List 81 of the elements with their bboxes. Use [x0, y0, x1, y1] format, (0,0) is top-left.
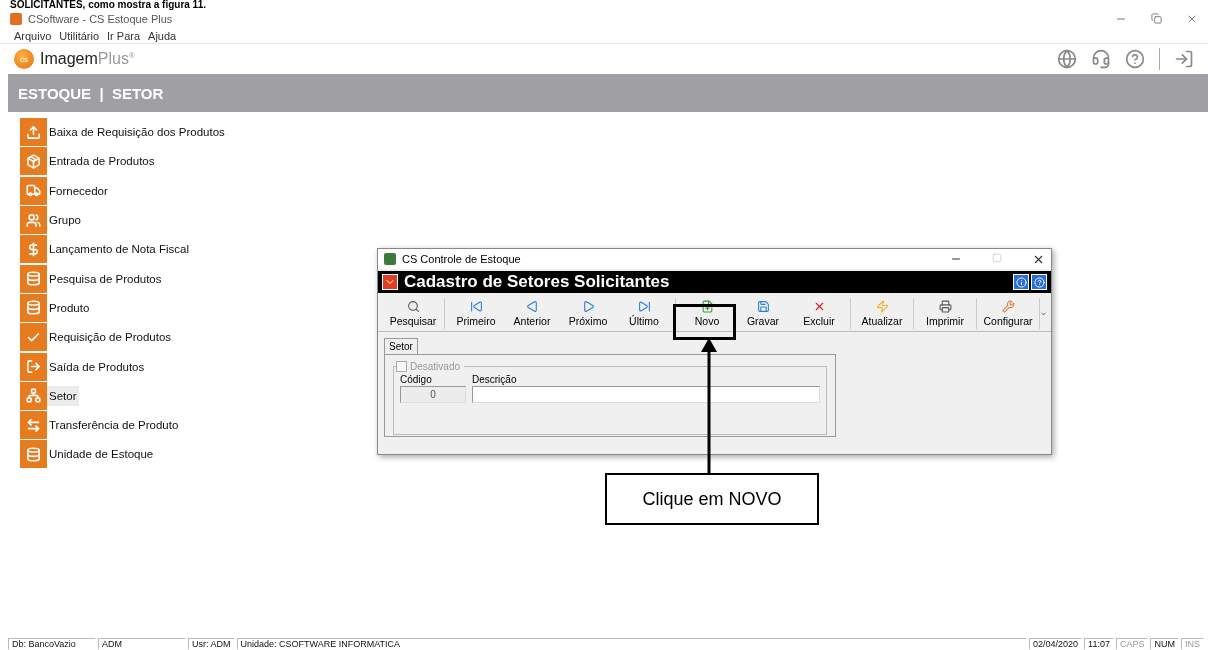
menu-tile-icon[interactable]: [20, 206, 47, 235]
exit-icon[interactable]: [1174, 49, 1194, 69]
help-icon[interactable]: [1125, 49, 1145, 69]
toolbar-button[interactable]: Último: [616, 298, 672, 329]
app-icon: [10, 13, 22, 25]
lightning-icon: [875, 300, 889, 313]
status-cell: Db: BancoVazio: [8, 638, 96, 650]
restore-icon[interactable]: [1151, 13, 1162, 24]
menu-tile-icon[interactable]: [20, 147, 47, 176]
field-label: Descrição: [472, 374, 518, 385]
menu-tile-icon[interactable]: [20, 235, 47, 264]
menu-item[interactable]: Ir Para: [107, 29, 141, 42]
play-icon: [581, 300, 595, 313]
file-plus-icon: [700, 300, 714, 313]
toolbar-button[interactable]: Configurar: [980, 298, 1036, 329]
sidebar-item[interactable]: Setor: [47, 385, 79, 406]
brand-name: ImagemPlus$^{®}$: [40, 50, 135, 68]
sidebar-item[interactable]: Produto: [47, 297, 92, 318]
sidebar-item[interactable]: Lançamento de Nota Fiscal: [47, 239, 191, 260]
menu-tile-icon[interactable]: [20, 381, 47, 410]
skip-forward-icon: [637, 300, 651, 313]
tab[interactable]: Setor: [384, 338, 418, 354]
toolbar-button[interactable]: Próximo: [560, 298, 616, 329]
sidebar-item[interactable]: Requisição de Produtos: [47, 327, 174, 348]
support-icon[interactable]: [1091, 49, 1111, 69]
sidebar-item[interactable]: Fornecedor: [47, 180, 110, 201]
search-icon: [406, 300, 420, 313]
sidebar-item[interactable]: Baixa de Requisição dos Produtos: [47, 122, 227, 143]
triangle-left-icon: [525, 300, 539, 313]
field-label: Código: [400, 374, 433, 385]
toolbar-button[interactable]: Anterior: [504, 298, 560, 329]
menu-tile-icon[interactable]: [20, 176, 47, 205]
window-title: CSoftware - CS Estoque Plus: [28, 13, 173, 25]
toolbar-button[interactable]: Pesquisar: [385, 298, 441, 329]
toolbar-button[interactable]: Gravar: [735, 298, 791, 329]
breadcrumb: ESTOQUE | SETOR: [18, 84, 164, 102]
sidebar-item[interactable]: Unidade de Estoque: [47, 444, 156, 465]
menu-tile-icon[interactable]: [20, 264, 47, 293]
status-cell: 11:07: [1084, 638, 1114, 650]
dialog-title: CS Controle de Estoque: [402, 253, 521, 265]
menu-tile-icon[interactable]: [20, 293, 47, 322]
toolbar-button[interactable]: Atualizar: [854, 298, 910, 329]
document-caption: SOLICITANTES, como mostra a figura 11.: [9, 0, 207, 10]
wrench-icon: [1001, 300, 1015, 313]
menu-item[interactable]: Utilitário: [59, 29, 100, 42]
menu-tile-icon[interactable]: [20, 323, 47, 352]
status-cell: Usr: ADM: [188, 638, 235, 650]
highlight-frame: [673, 304, 736, 340]
status-cell: 02/04/2020: [1029, 638, 1083, 650]
input-field[interactable]: [472, 386, 820, 403]
download-icon: [382, 274, 398, 290]
toolbar-button[interactable]: Novo: [679, 298, 735, 329]
menu-tile-icon[interactable]: [20, 411, 47, 440]
toolbar-button[interactable]: Imprimir: [917, 298, 973, 329]
sidebar-item[interactable]: Transferência de Produto: [47, 415, 181, 436]
menu-item[interactable]: Ajuda: [148, 29, 177, 42]
status-cell: Unidade: CSOFTWARE INFORMATICA: [236, 638, 1028, 650]
status-cell: INS: [1181, 638, 1204, 650]
menu-item[interactable]: Arquivo: [14, 29, 52, 42]
status-cell: NUM: [1150, 638, 1179, 650]
save-icon: [756, 300, 770, 313]
checkbox-label: Desativado: [410, 361, 461, 372]
sidebar-item[interactable]: Grupo: [47, 210, 83, 231]
sidebar-item[interactable]: Pesquisa de Produtos: [47, 268, 164, 289]
skip-back-icon: [469, 300, 483, 313]
menu-tile-icon[interactable]: [20, 352, 47, 381]
toolbar-button[interactable]: Excluir: [791, 298, 847, 329]
sidebar-item[interactable]: Entrada de Produtos: [47, 151, 157, 172]
info-icon[interactable]: [1013, 274, 1029, 290]
callout-label: Clique em NOVO: [605, 473, 819, 525]
logo-icon: cs: [14, 49, 34, 69]
printer-icon: [938, 300, 952, 313]
status-cell: CAPS: [1115, 638, 1149, 650]
dialog-app-icon: [384, 253, 396, 265]
menu-tile-icon[interactable]: [20, 440, 47, 469]
menu-tile-icon[interactable]: [20, 118, 47, 147]
globe-icon[interactable]: [1057, 49, 1077, 69]
status-cell: ADM: [98, 638, 186, 650]
dialog-heading: Cadastro de Setores Solicitantes: [404, 272, 670, 292]
toolbar-button[interactable]: Primeiro: [448, 298, 504, 329]
sidebar-item[interactable]: Saída de Produtos: [47, 356, 147, 377]
